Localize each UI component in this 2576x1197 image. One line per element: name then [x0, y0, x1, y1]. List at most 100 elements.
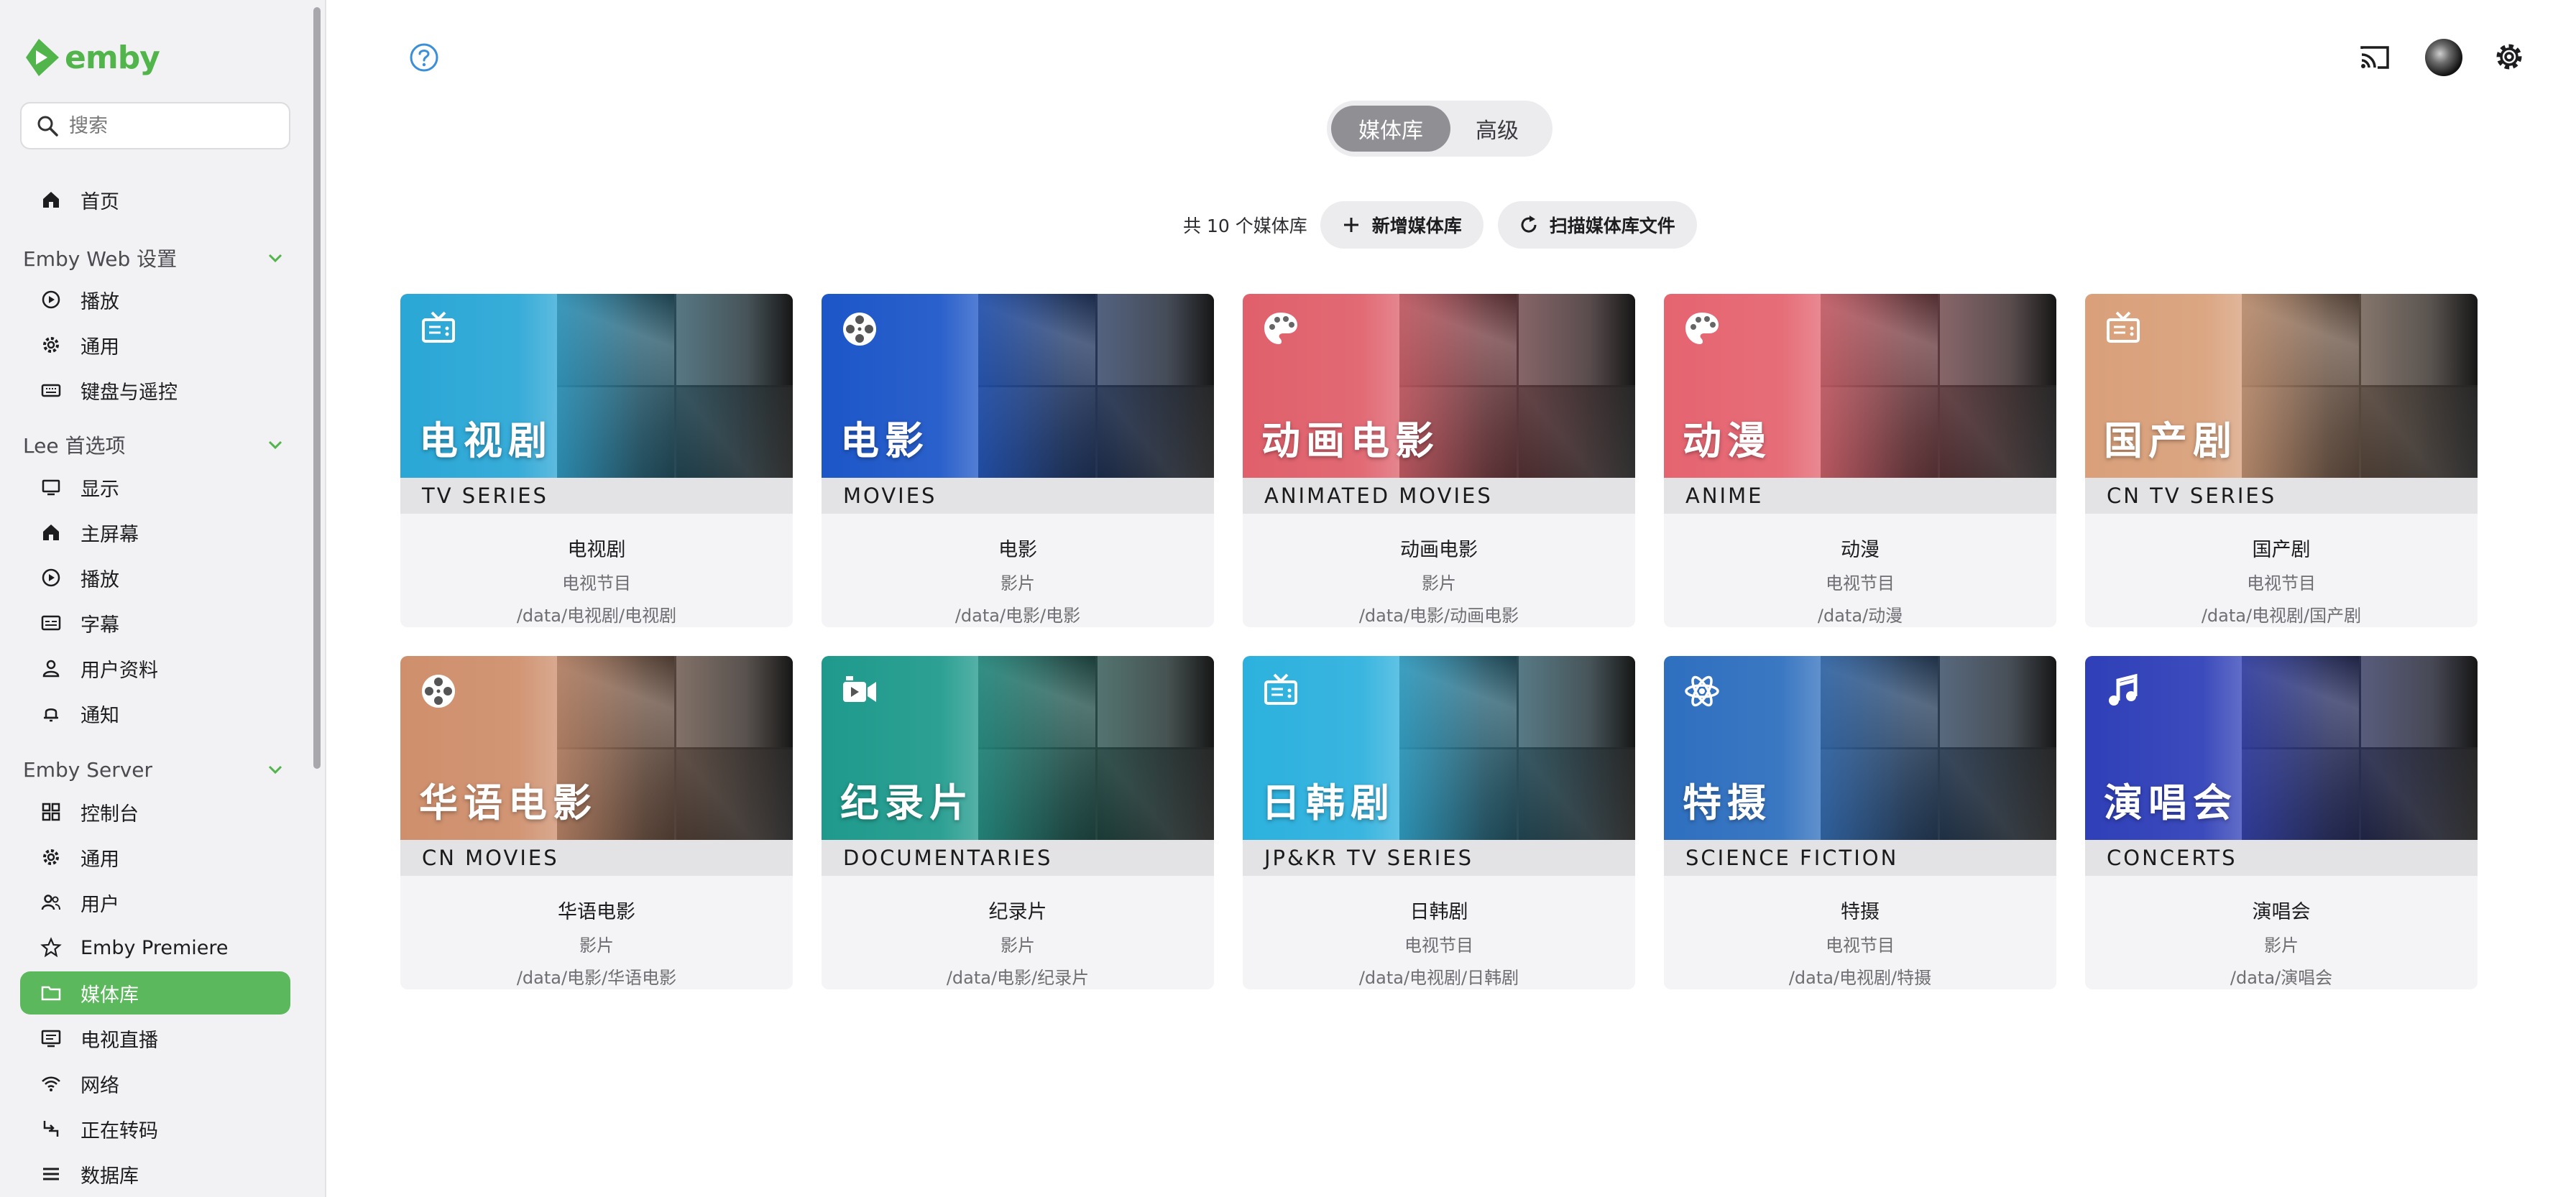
- cover-title: 纪录片: [840, 780, 974, 826]
- sidebar-item-network[interactable]: 网络: [20, 1062, 290, 1105]
- sidebar-scrollbar[interactable]: [313, 7, 321, 769]
- sidebar-item-home[interactable]: 首页: [20, 178, 290, 221]
- library-card[interactable]: 演唱会 CONCERTS 演唱会 影片/data/演唱会: [2085, 656, 2478, 989]
- monitor-icon: [42, 479, 60, 496]
- library-type: 电视节目: [562, 573, 631, 593]
- play-circle-icon: [42, 568, 60, 587]
- cover-title: 电视剧: [419, 418, 553, 463]
- sidebar-item-web-playback[interactable]: 播放: [20, 278, 290, 321]
- sidebar-item-display[interactable]: 显示: [20, 466, 290, 509]
- atom-icon: [1685, 675, 1719, 707]
- star-icon: [40, 937, 62, 958]
- section-emby-server[interactable]: Emby Server: [23, 752, 290, 787]
- sidebar-item-notifications[interactable]: 通知: [20, 692, 290, 735]
- cover-subtitle: TV SERIES: [400, 478, 793, 514]
- library-path: /data/动漫: [1817, 606, 1903, 626]
- library-name: 纪录片: [988, 901, 1047, 923]
- sidebar-item-profile[interactable]: 用户资料: [20, 647, 290, 690]
- add-library-button[interactable]: 新增媒体库: [1320, 201, 1484, 249]
- library-card[interactable]: 纪录片 DOCUMENTARIES 纪录片 影片/data/电影/纪录片: [822, 656, 1214, 989]
- sidebar: emby 首页 Emby Web 设置 播放 通用: [0, 0, 326, 1197]
- sidebar-item-database[interactable]: 数据库: [20, 1152, 290, 1196]
- sidebar-item-premiere[interactable]: Emby Premiere: [20, 926, 290, 969]
- cover-subtitle: MOVIES: [822, 478, 1214, 514]
- music-note-icon: [2109, 673, 2138, 706]
- cover-subtitle: CN TV SERIES: [2085, 478, 2478, 514]
- help-icon[interactable]: [407, 40, 441, 75]
- library-cover-image: 电视剧: [400, 294, 793, 478]
- library-card[interactable]: 国产剧 CN TV SERIES 国产剧 电视节目/data/电视剧/国产剧: [2085, 294, 2478, 627]
- search-icon: [37, 116, 58, 137]
- tv-icon: [422, 311, 455, 343]
- users-icon: [41, 895, 60, 910]
- emby-logo[interactable]: emby: [24, 36, 160, 79]
- cover-title: 日韩剧: [1261, 780, 1395, 826]
- search-box[interactable]: [20, 102, 290, 149]
- library-card[interactable]: 日韩剧 JP&KR TV SERIES 日韩剧 电视节目/data/电视剧/日韩剧: [1243, 656, 1635, 989]
- library-card[interactable]: 电视剧 TV SERIES 电视剧 电视节目/data/电视剧/电视剧: [400, 294, 793, 627]
- bell-icon: [44, 708, 58, 722]
- library-count: 共 10 个媒体库: [1183, 216, 1307, 236]
- library-type: 电视节目: [1404, 935, 1473, 956]
- library-name: 演唱会: [2252, 901, 2311, 923]
- library-path: /data/电视剧/国产剧: [2201, 606, 2362, 626]
- cast-icon[interactable]: [2358, 40, 2392, 75]
- library-info: 动画电影影片/data/电影/动画电影: [1243, 514, 1635, 627]
- tab-advanced[interactable]: 高级: [1450, 106, 1544, 152]
- database-icon: [43, 1168, 59, 1180]
- sidebar-item-keyboard-remote[interactable]: 键盘与遥控: [20, 369, 290, 412]
- sidebar-item-user-playback[interactable]: 播放: [20, 556, 290, 599]
- view-tabs: 媒体库 高级: [1327, 101, 1552, 157]
- scan-library-button[interactable]: 扫描媒体库文件: [1497, 201, 1697, 249]
- library-info: 纪录片 影片/data/电影/纪录片: [822, 876, 1214, 989]
- library-type: 电视节目: [2247, 573, 2316, 593]
- library-path: /data/电影/纪录片: [946, 968, 1090, 988]
- library-path: /data/电影/动画电影: [1358, 606, 1519, 626]
- settings-gear-icon[interactable]: [2491, 39, 2527, 75]
- section-user-preferences[interactable]: Lee 首选项: [23, 427, 290, 463]
- library-card[interactable]: 动画电影 ANIMATED MOVIES 动画电影 影片/data/电影/动画电影: [1243, 294, 1635, 627]
- chevron-down-icon: [268, 765, 282, 775]
- sidebar-item-transcoding[interactable]: 正在转码: [20, 1107, 290, 1150]
- library-path: /data/电视剧/特摄: [1788, 968, 1932, 988]
- sidebar-item-library[interactable]: 媒体库: [20, 971, 290, 1015]
- cover-subtitle: CONCERTS: [2085, 840, 2478, 876]
- sidebar-item-web-general[interactable]: 通用: [20, 323, 290, 366]
- emby-logo-icon: [26, 39, 59, 76]
- app-root: emby 首页 Emby Web 设置 播放 通用: [0, 0, 2576, 1197]
- library-name: 特摄: [1841, 901, 1880, 923]
- tab-library[interactable]: 媒体库: [1331, 106, 1450, 152]
- folder-icon: [41, 986, 61, 1001]
- library-card[interactable]: 特摄 SCIENCE FICTION 特摄 电视节目/data/电视剧/特摄: [1664, 656, 2056, 989]
- chevron-down-icon: [268, 440, 282, 450]
- library-info: 电影 影片/data/电影/电影: [822, 514, 1214, 627]
- library-name: 电影: [998, 539, 1037, 561]
- person-icon: [42, 660, 60, 678]
- library-type: 影片: [1422, 573, 1456, 593]
- home-icon: [43, 524, 59, 540]
- library-cover-image: 演唱会: [2085, 656, 2478, 840]
- section-emby-web-settings[interactable]: Emby Web 设置: [23, 240, 290, 276]
- sidebar-item-live-tv[interactable]: 电视直播: [20, 1017, 290, 1060]
- library-type: 电视节目: [1826, 935, 1895, 956]
- user-avatar[interactable]: [2425, 39, 2462, 76]
- sidebar-item-dashboard[interactable]: 控制台: [20, 790, 290, 833]
- library-path: /data/电视剧/日韩剧: [1358, 968, 1519, 988]
- sidebar-item-subtitles[interactable]: 字幕: [20, 601, 290, 644]
- palette-icon: [1264, 313, 1297, 344]
- cover-title: 国产剧: [2104, 418, 2237, 463]
- library-cover-image: 电影: [822, 294, 1214, 478]
- library-card[interactable]: 华语电影 CN MOVIES 华语电影 影片/data/电影/华语电影: [400, 656, 793, 989]
- sidebar-item-users[interactable]: 用户: [20, 881, 290, 924]
- library-info: 国产剧 电视节目/data/电视剧/国产剧: [2085, 514, 2478, 627]
- sidebar-item-server-general[interactable]: 通用: [20, 836, 290, 879]
- library-name: 动画电影: [1400, 539, 1478, 561]
- logo-text: emby: [65, 39, 160, 76]
- search-input[interactable]: [69, 114, 285, 137]
- library-card[interactable]: 动漫 ANIME 动漫 电视节目/data/动漫: [1664, 294, 2056, 627]
- library-info: 特摄电视节目/data/电视剧/特摄: [1664, 876, 2056, 989]
- library-card[interactable]: 电影 MOVIES 电影 影片/data/电影/电影: [822, 294, 1214, 627]
- library-cover-image: 日韩剧: [1243, 656, 1635, 840]
- film-reel-icon: [422, 675, 455, 708]
- sidebar-item-home-screen[interactable]: 主屏幕: [20, 511, 290, 554]
